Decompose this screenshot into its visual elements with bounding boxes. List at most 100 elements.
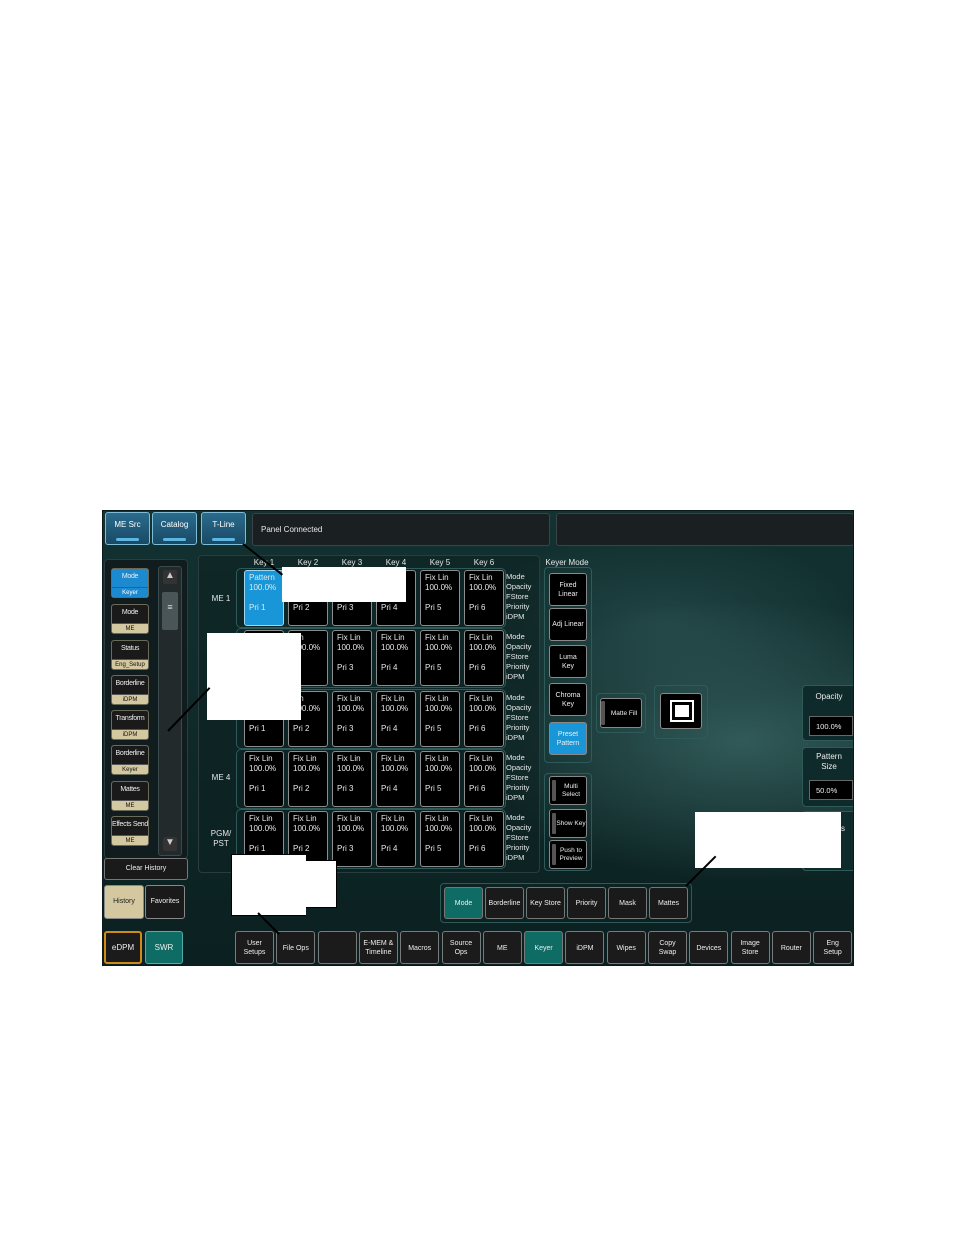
keyer-cell-opacity: 100.0% (469, 704, 497, 713)
keyer-cell[interactable]: Fix Lin 100.0% Pri 4 (376, 811, 416, 867)
keyer-cell-mode: Fix Lin (381, 814, 405, 823)
keyer-cell-opacity: 100.0% (469, 583, 497, 592)
keyer-cell-priority: Pri 6 (469, 844, 486, 853)
pattern-size-control[interactable]: Pattern Size 50.0% (802, 747, 853, 807)
nav-button[interactable]: Macros (400, 931, 440, 964)
keyer-cell[interactable]: Fix Lin 100.0% Pri 3 (332, 751, 372, 807)
history-tab[interactable]: History (104, 885, 144, 919)
keyer-cell[interactable]: Fix Lin 100.0% Pri 5 (420, 811, 460, 867)
t-line-button[interactable]: T-Line (201, 512, 246, 545)
nav-button[interactable]: Eng Setup (813, 931, 853, 964)
nav-button[interactable]: User Setups (235, 931, 274, 964)
sub-tab[interactable]: Borderline (485, 887, 524, 919)
history-item[interactable]: Mattes ME (111, 781, 149, 811)
history-item[interactable]: Borderline iDPM (111, 675, 149, 705)
nav-button[interactable]: Wipes (606, 931, 646, 964)
keyer-cell[interactable]: Fix Lin 100.0% Pri 3 (332, 630, 372, 686)
sub-tab[interactable]: Mattes (649, 887, 688, 919)
keyer-cell-mode: Fix Lin (249, 814, 273, 823)
clear-history-button[interactable]: Clear History (104, 858, 188, 880)
keyer-cell[interactable]: Fix Lin 100.0% Pri 3 (332, 691, 372, 747)
keyer-action-button[interactable]: Push to Preview (549, 840, 587, 869)
nav-button[interactable] (317, 931, 357, 964)
keyer-cell[interactable]: Fix Lin 100.0% Pri 6 (464, 630, 504, 686)
callout-box-3 (695, 812, 841, 868)
keyer-cell[interactable]: Fix Lin 100.0% Pri 6 (464, 811, 504, 867)
sub-tab[interactable]: Priority (567, 887, 606, 919)
edpm-button[interactable]: eDPM (104, 931, 142, 964)
keyer-cell-priority: Pri 2 (293, 603, 310, 612)
history-item-label: Borderline (112, 746, 148, 765)
scroll-thumb-icon[interactable]: ≡ (162, 592, 178, 630)
history-item-label: Mattes (112, 782, 148, 801)
keyer-mode-button[interactable]: Fixed Linear (549, 573, 587, 606)
keyer-cell[interactable]: Pattern 100.0% Pri 1 (244, 570, 284, 626)
sub-tab[interactable]: Key Store (526, 887, 565, 919)
keyer-cell[interactable]: Fix Lin 100.0% Pri 6 (464, 570, 504, 626)
keyer-cell[interactable]: Fix Lin 100.0% Pri 3 (332, 811, 372, 867)
nav-button[interactable]: Keyer (524, 931, 564, 964)
opacity-value[interactable]: 100.0% (809, 716, 853, 736)
keyer-cell[interactable]: Fix Lin 100.0% Pri 4 (376, 751, 416, 807)
nav-button[interactable]: ME (482, 931, 522, 964)
keyer-mode-button[interactable]: Adj Linear (549, 608, 587, 641)
favorites-tab[interactable]: Favorites (145, 885, 185, 919)
nav-button[interactable]: Image Store (730, 931, 770, 964)
history-scrollbar[interactable]: ▲ ≡ ▼ (158, 566, 182, 856)
history-item[interactable]: Status Eng_Setup (111, 640, 149, 670)
nav-button[interactable]: E-MEM & Timeline (358, 931, 398, 964)
nav-button[interactable]: Source Ops (441, 931, 481, 964)
keyer-cell[interactable]: Fix Lin 100.0% Pri 5 (420, 691, 460, 747)
me-src-button[interactable]: ME Src (105, 512, 150, 545)
keyer-action-button[interactable]: Show Key (549, 809, 587, 838)
keyer-cell-mode: Fix Lin (469, 754, 493, 763)
keyer-cell-opacity: 100.0% (425, 583, 453, 592)
keyer-cell-opacity: 100.0% (293, 824, 321, 833)
scroll-up-icon[interactable]: ▲ (163, 570, 177, 584)
history-item-sub: iDPM (122, 697, 138, 703)
keyer-cell-mode: Fix Lin (425, 754, 449, 763)
history-item[interactable]: Mode Keyer (111, 568, 149, 598)
matte-fill-button[interactable]: Matte Fill (600, 698, 642, 728)
keyer-cell[interactable]: Fix Lin 100.0% Pri 1 (244, 751, 284, 807)
keyer-mode-button[interactable]: Preset Pattern (549, 722, 587, 755)
nav-button[interactable]: Devices (689, 931, 729, 964)
row-label: ME 4 (211, 773, 231, 782)
history-item[interactable]: Effects Send ME (111, 816, 149, 846)
history-item-sub: iDPM (122, 732, 138, 738)
keyer-cell[interactable]: Fix Lin 100.0% Pri 5 (420, 751, 460, 807)
row-info-line: iDPM (506, 672, 525, 681)
keyer-cell[interactable]: Fix Lin 100.0% Pri 6 (464, 691, 504, 747)
row-info-labels: Mode Opacity FStore Priority iDPM (506, 813, 540, 863)
history-item-sub: Keyer (112, 588, 148, 597)
nav-button[interactable]: Router (771, 931, 811, 964)
history-item[interactable]: Borderline Keyer (111, 745, 149, 775)
history-item-label: Transform (112, 711, 148, 730)
keyer-mode-button[interactable]: Chroma Key (549, 683, 587, 716)
keyer-cell[interactable]: Fix Lin 100.0% Pri 4 (376, 691, 416, 747)
pattern-size-value[interactable]: 50.0% (809, 780, 853, 800)
sub-tab[interactable]: Mode (444, 887, 483, 919)
pattern-select-button[interactable] (660, 693, 702, 729)
keyer-cell-priority: Pri 2 (293, 844, 310, 853)
history-item[interactable]: Mode ME (111, 604, 149, 634)
keyer-cell[interactable]: Fix Lin 100.0% Pri 6 (464, 751, 504, 807)
scroll-down-icon[interactable]: ▼ (163, 837, 177, 851)
keyer-action-button[interactable]: Multi Select (549, 776, 587, 805)
nav-button[interactable]: File Ops (276, 931, 316, 964)
keyer-cell[interactable]: Fix Lin 100.0% Pri 5 (420, 570, 460, 626)
nav-button[interactable]: iDPM (565, 931, 605, 964)
history-item[interactable]: Transform iDPM (111, 710, 149, 740)
history-item-label: Effects Send (112, 817, 148, 836)
keyer-cell[interactable]: Fix Lin 100.0% Pri 2 (288, 751, 328, 807)
swr-button[interactable]: SWR (145, 931, 183, 964)
keyer-cell-priority: Pri 4 (381, 663, 398, 672)
keyer-cell[interactable]: Fix Lin 100.0% Pri 5 (420, 630, 460, 686)
row-info-line: Opacity (506, 582, 532, 591)
keyer-cell[interactable]: Fix Lin 100.0% Pri 4 (376, 630, 416, 686)
catalog-button[interactable]: Catalog (152, 512, 197, 545)
keyer-mode-button[interactable]: Luma Key (549, 645, 587, 678)
sub-tab[interactable]: Mask (608, 887, 647, 919)
opacity-control[interactable]: Opacity 100.0% (802, 685, 853, 741)
nav-button[interactable]: Copy Swap (648, 931, 687, 964)
